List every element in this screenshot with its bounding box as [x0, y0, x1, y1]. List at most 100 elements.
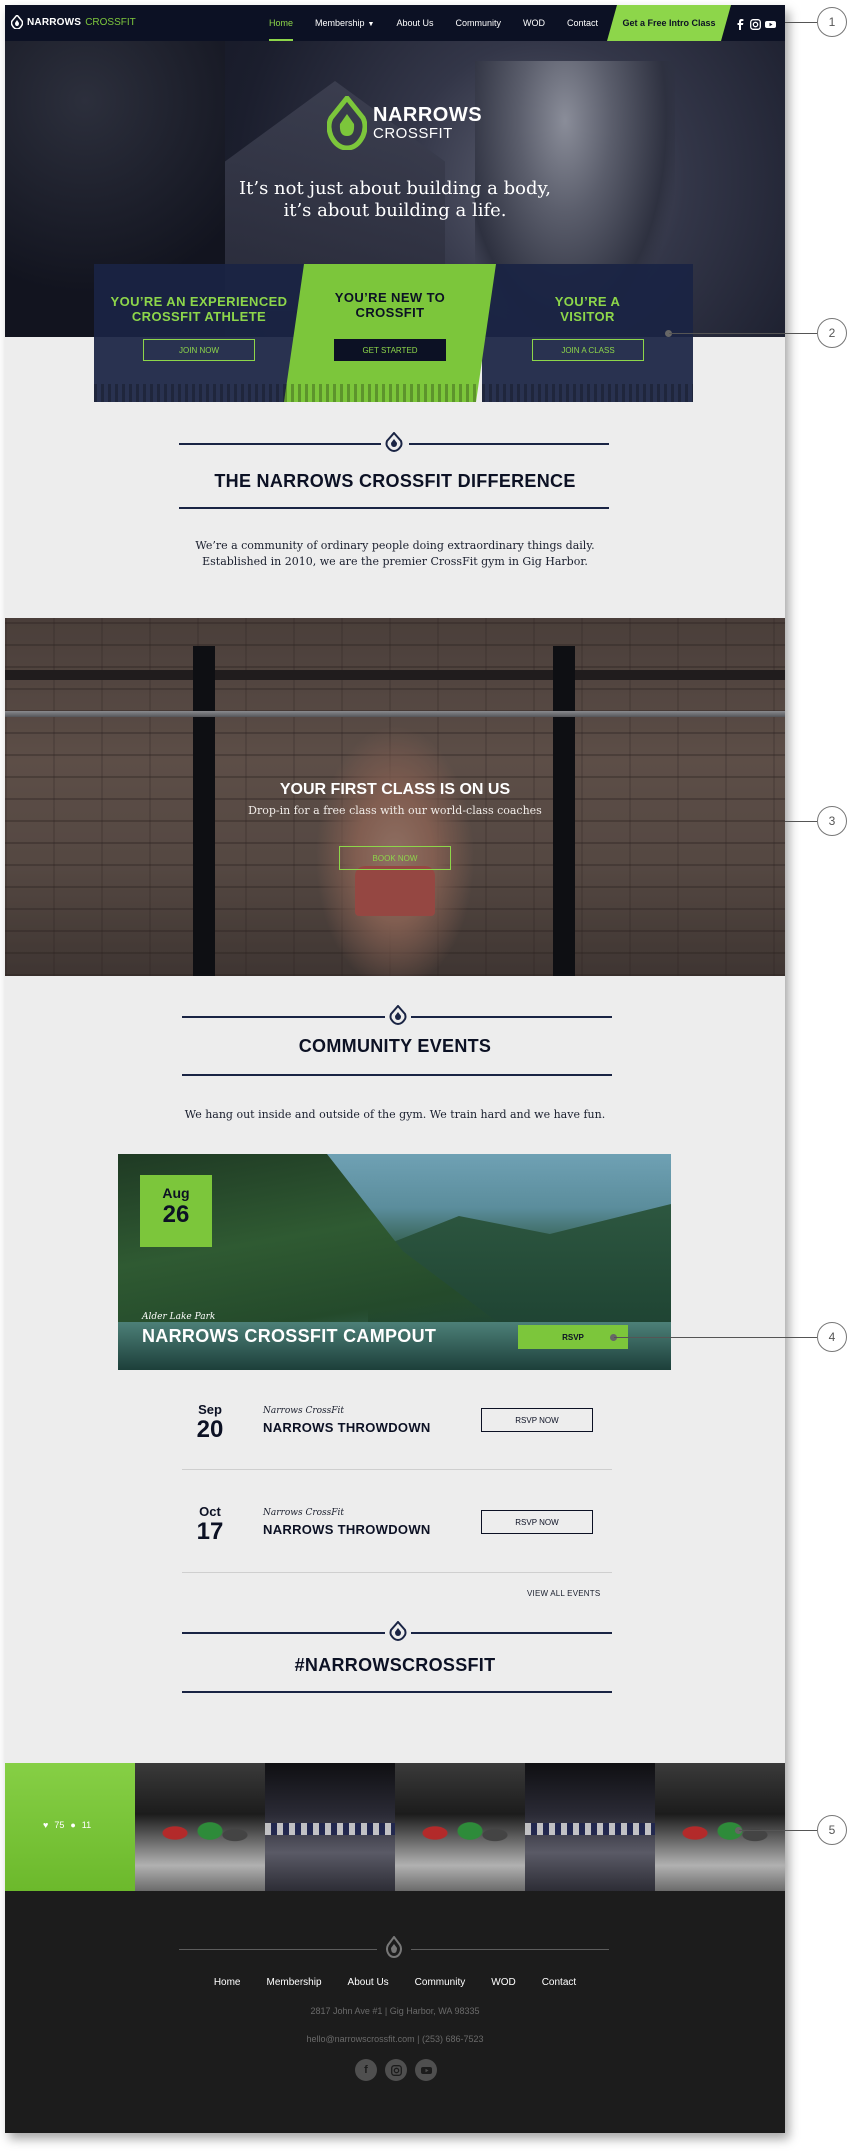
crowd-image	[284, 384, 496, 402]
featured-event-card: Aug 26 Alder Lake Park NARROWS CROSSFIT …	[118, 1154, 671, 1370]
event-month: Sep	[198, 1402, 222, 1417]
top-social-links	[735, 17, 776, 30]
nav-membership-label: Membership	[315, 18, 365, 28]
join-a-class-button[interactable]: JOIN A CLASS	[532, 339, 644, 361]
arena-image	[265, 1823, 395, 1835]
facebook-icon[interactable]: f	[355, 2059, 377, 2081]
callout-marker: 5	[817, 1815, 847, 1845]
event-list-item: Sep 20 Narrows CrossFit NARROWS THROWDOW…	[182, 1394, 612, 1484]
top-nav: NARROWS CROSSFIT Home Membership ▼ About …	[5, 5, 785, 41]
instagram-post[interactable]	[525, 1763, 655, 1891]
hero-tagline-line2: it’s about building a life.	[283, 200, 507, 221]
path-title-line2: VISITOR	[560, 309, 615, 324]
path-panel-visitor: YOU’RE A VISITOR JOIN A CLASS	[482, 264, 693, 402]
free-intro-class-button[interactable]: Get a Free Intro Class	[607, 5, 731, 41]
event-organizer: Narrows CrossFit	[263, 1406, 345, 1416]
drop-logo-icon	[386, 1936, 402, 1958]
banner-subtitle: Drop-in for a free class with our world-…	[248, 804, 542, 817]
instagram-icon[interactable]	[385, 2059, 407, 2081]
path-title-line1: YOU’RE AN EXPERIENCED	[110, 294, 288, 309]
page: NARROWS CROSSFIT Home Membership ▼ About …	[5, 5, 785, 2133]
membership-paths: YOU’RE AN EXPERIENCED CROSSFIT ATHLETE J…	[94, 264, 693, 402]
section-divider	[179, 443, 381, 445]
nav-home[interactable]: Home	[269, 5, 294, 41]
hero-logo-line1: NARROWS	[373, 103, 483, 126]
instagram-post[interactable]	[265, 1763, 395, 1891]
nav-community[interactable]: Community	[456, 5, 502, 41]
hero-logo-text: NARROWS CROSSFIT	[373, 105, 482, 142]
instagram-post[interactable]	[655, 1763, 785, 1891]
path-title-line2: CROSSFIT ATHLETE	[131, 309, 267, 324]
logo-bold-text: NARROWS	[27, 16, 82, 28]
book-now-button[interactable]: BOOK NOW	[339, 846, 451, 870]
comment-icon: ●	[70, 1820, 76, 1830]
difference-body-line1: We’re a community of ordinary people doi…	[195, 539, 595, 552]
instagram-post-highlighted[interactable]: ♥ 75 ● 11	[5, 1763, 135, 1891]
instagram-post[interactable]	[135, 1763, 265, 1891]
nav-wod[interactable]: WOD	[523, 5, 545, 41]
events-intro: We hang out inside and outside of the gy…	[184, 1108, 606, 1121]
nav-membership[interactable]: Membership ▼	[315, 5, 374, 41]
nav-about-us[interactable]: About Us	[396, 5, 433, 41]
comments-count: 11	[81, 1820, 92, 1830]
featured-event-location: Alder Lake Park	[142, 1312, 216, 1322]
section-divider	[182, 1016, 385, 1018]
event-name[interactable]: NARROWS THROWDOWN	[263, 1522, 431, 1537]
path-title-visitor: YOU’RE A VISITOR	[482, 294, 693, 324]
featured-event-name[interactable]: NARROWS CROSSFIT CAMPOUT	[142, 1326, 436, 1347]
path-title-line1: YOU’RE NEW TO	[334, 290, 446, 305]
banner-title: YOUR FIRST CLASS IS ON US	[279, 781, 511, 798]
footer-contact[interactable]: hello@narrowscrossfit.com | (253) 686-75…	[5, 2034, 785, 2044]
rsvp-now-button[interactable]: RSVP NOW	[481, 1510, 593, 1534]
callout-marker: 3	[817, 806, 847, 836]
footer-link-community[interactable]: Community	[415, 1977, 466, 1988]
hero-tagline: It’s not just about building a body, it’…	[5, 178, 785, 222]
footer-menu: Home Membership About Us Community WOD C…	[5, 1977, 785, 1988]
events-title: COMMUNITY EVENTS	[298, 1036, 492, 1056]
hero-logo: NARROWS CROSSFIT	[327, 96, 482, 150]
callout-line	[785, 821, 817, 822]
difference-title: THE NARROWS CROSSFIT DIFFERENCE	[214, 471, 576, 491]
path-title-line1: YOU’RE A	[554, 294, 621, 309]
path-panel-new: YOU’RE NEW TO CROSSFIT GET STARTED	[284, 264, 496, 402]
section-divider	[409, 443, 609, 445]
likes-count: 75	[54, 1820, 65, 1830]
featured-event-day: 26	[162, 1201, 190, 1228]
nav-contact[interactable]: Contact	[567, 5, 598, 41]
section-divider	[411, 1632, 612, 1634]
section-divider	[182, 1691, 612, 1693]
footer-link-home[interactable]: Home	[214, 1977, 241, 1988]
event-day: 20	[196, 1416, 224, 1443]
footer-address: 2817 John Ave #1 | Gig Harbor, WA 98335	[310, 2006, 480, 2016]
get-started-button[interactable]: GET STARTED	[334, 339, 446, 361]
callout-line	[614, 1337, 817, 1338]
footer-link-membership[interactable]: Membership	[267, 1977, 322, 1988]
footer-link-wod[interactable]: WOD	[491, 1977, 515, 1988]
hero-tagline-line1: It’s not just about building a body,	[239, 178, 551, 199]
athletes-image	[670, 1793, 770, 1873]
event-name[interactable]: NARROWS THROWDOWN	[263, 1420, 431, 1435]
instagram-stats: ♥ 75 ● 11	[43, 1820, 91, 1830]
callout-marker: 1	[817, 7, 847, 37]
youtube-icon[interactable]	[765, 17, 776, 28]
footer-divider	[411, 1949, 609, 1950]
youtube-icon[interactable]	[415, 2059, 437, 2081]
heart-icon: ♥	[43, 1820, 49, 1830]
section-divider	[411, 1016, 612, 1018]
event-day: 17	[196, 1518, 224, 1545]
facebook-icon[interactable]	[735, 17, 746, 30]
view-all-events-link[interactable]: VIEW ALL EVENTS	[527, 1589, 600, 1598]
featured-event-month: Aug	[162, 1185, 190, 1201]
join-now-button[interactable]: JOIN NOW	[143, 339, 255, 361]
logo-light-text: CROSSFIT	[85, 16, 136, 28]
difference-body-line2: Established in 2010, we are the premier …	[202, 555, 588, 568]
drop-icon	[389, 1621, 407, 1641]
footer-link-about-us[interactable]: About Us	[348, 1977, 389, 1988]
path-panel-experienced: YOU’RE AN EXPERIENCED CROSSFIT ATHLETE J…	[94, 264, 304, 402]
footer-link-contact[interactable]: Contact	[542, 1977, 576, 1988]
rsvp-now-button[interactable]: RSVP NOW	[481, 1408, 593, 1432]
instagram-post[interactable]	[395, 1763, 525, 1891]
athletes-image	[150, 1793, 250, 1873]
site-logo[interactable]: NARROWS CROSSFIT	[11, 15, 136, 29]
instagram-icon[interactable]	[750, 17, 761, 30]
